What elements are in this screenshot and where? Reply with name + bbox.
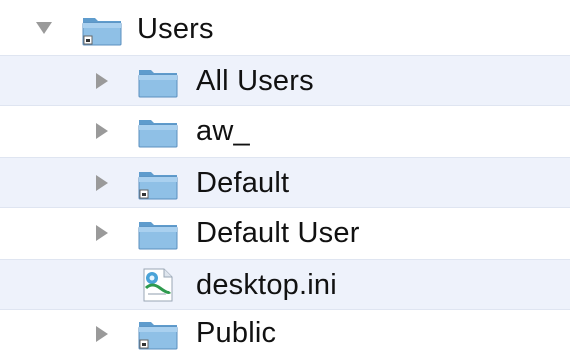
ini-file-icon: [136, 266, 180, 302]
tree-label: All Users: [196, 65, 314, 97]
folder-icon: [136, 216, 180, 252]
tree-row-default[interactable]: Default: [0, 157, 570, 208]
disclosure-collapsed-icon[interactable]: [92, 223, 112, 243]
disclosure-collapsed-icon[interactable]: [92, 71, 112, 91]
tree-label: Public: [196, 317, 277, 349]
tree-label: Default User: [196, 217, 360, 249]
tree-row-default-user[interactable]: Default User: [0, 208, 570, 259]
tree-label: aw_: [196, 115, 250, 147]
disclosure-expanded-icon[interactable]: [34, 18, 54, 38]
tree-row-users[interactable]: Users: [0, 4, 570, 55]
tree-row-public[interactable]: Public: [0, 310, 570, 356]
tree-row-desktop-ini[interactable]: desktop.ini: [0, 259, 570, 310]
tree-row-aw[interactable]: aw_: [0, 106, 570, 157]
file-tree: Users All Users aw_ Default Default User…: [0, 0, 570, 356]
tree-label: Default: [196, 167, 290, 199]
disclosure-collapsed-icon[interactable]: [92, 121, 112, 141]
tree-label: Users: [137, 13, 214, 45]
folder-icon: [136, 114, 180, 150]
disclosure-collapsed-icon[interactable]: [92, 173, 112, 193]
shared-folder-icon: [136, 316, 180, 352]
disclosure-collapsed-icon[interactable]: [92, 324, 112, 344]
shared-folder-icon: [80, 12, 124, 48]
tree-label: desktop.ini: [196, 269, 337, 301]
folder-icon: [136, 64, 180, 100]
tree-row-all-users[interactable]: All Users: [0, 55, 570, 106]
shared-folder-icon: [136, 166, 180, 202]
